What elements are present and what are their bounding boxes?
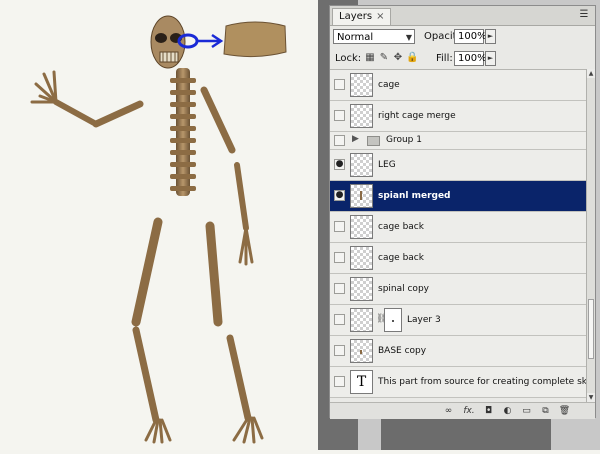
- layer-thumbnail: [350, 184, 373, 208]
- group-row[interactable]: ▶ Group 1: [330, 132, 586, 150]
- opacity-slider-button[interactable]: ►: [485, 29, 496, 44]
- eye-icon[interactable]: ●: [334, 190, 345, 201]
- scroll-thumb[interactable]: [588, 299, 594, 359]
- layer-name: This part from source for creating compl…: [378, 377, 586, 387]
- adjustment-layer-icon[interactable]: ◐: [501, 405, 514, 417]
- layer-thumbnail: [350, 339, 373, 363]
- opacity-input[interactable]: 100%: [454, 29, 487, 44]
- layer-name: spianl merged: [378, 191, 451, 201]
- chevron-down-icon: ▼: [405, 33, 412, 42]
- new-layer-icon[interactable]: ⧉: [539, 405, 552, 417]
- visibility-toggle[interactable]: [334, 79, 345, 90]
- text-layer-icon: T: [350, 370, 373, 394]
- layer-row[interactable]: BASE copy: [330, 336, 586, 367]
- panel-menu-icon[interactable]: ☰: [577, 9, 591, 21]
- fill-label: Fill:: [436, 53, 453, 64]
- layer-name: Group 1: [386, 135, 422, 145]
- spine: [170, 68, 196, 196]
- layer-name: BASE copy: [378, 346, 427, 356]
- layer-name: cage back: [378, 253, 424, 263]
- layer-name: LEG: [378, 160, 396, 170]
- fill-slider-button[interactable]: ►: [485, 51, 496, 66]
- link-layers-icon[interactable]: ∞: [442, 405, 455, 417]
- layer-name: Layer 3: [407, 315, 441, 325]
- folder-icon: [367, 136, 380, 146]
- lock-transparent-icon[interactable]: ▦: [364, 52, 376, 64]
- panel-tabbar: Layers × ☰: [330, 6, 595, 26]
- visibility-toggle[interactable]: [334, 110, 345, 121]
- layer-row-selected[interactable]: ● spianl merged: [330, 181, 586, 212]
- skull-cap-piece: [223, 21, 287, 58]
- lock-image-icon[interactable]: ✎: [378, 52, 390, 64]
- visibility-toggle[interactable]: [334, 221, 345, 232]
- layers-panel: Layers × ☰ Normal ▼ Opacity: 100% ► Lock:…: [329, 5, 596, 419]
- visibility-toggle[interactable]: [334, 283, 345, 294]
- tab-layers[interactable]: Layers ×: [332, 8, 392, 25]
- layer-thumbnail: [350, 277, 373, 301]
- layer-name: right cage merge: [378, 111, 456, 121]
- close-icon[interactable]: ×: [376, 11, 384, 22]
- blend-mode-select[interactable]: Normal ▼: [333, 29, 415, 44]
- visibility-toggle[interactable]: [334, 135, 345, 146]
- layers-footer: ∞ fx. ◘ ◐ ▭ ⧉ 🗑: [330, 402, 595, 419]
- layers-scrollbar[interactable]: ▲ ▼: [586, 69, 595, 402]
- layer-row[interactable]: cage back: [330, 243, 586, 274]
- visibility-toggle[interactable]: [334, 252, 345, 263]
- fill-input[interactable]: 100%: [454, 51, 487, 66]
- tab-layers-label: Layers: [339, 11, 373, 22]
- layer-thumbnail: [350, 308, 373, 332]
- lock-position-icon[interactable]: ✥: [392, 52, 404, 64]
- layer-name: spinal copy: [378, 284, 429, 294]
- layer-row[interactable]: T This part from source for creating com…: [330, 367, 586, 398]
- blend-row: Normal ▼ Opacity: 100% ►: [330, 26, 595, 48]
- new-group-icon[interactable]: ▭: [520, 405, 533, 417]
- layer-thumbnail: [350, 73, 373, 97]
- layer-style-icon[interactable]: fx.: [460, 405, 478, 417]
- layer-name: cage: [378, 80, 400, 90]
- visibility-toggle[interactable]: [334, 376, 345, 387]
- lock-label: Lock:: [335, 53, 362, 64]
- eye-icon[interactable]: ●: [334, 159, 345, 170]
- delete-layer-icon[interactable]: 🗑: [558, 405, 571, 417]
- layers-list: cage right cage merge ▶ Group 1 ● LEG ● …: [330, 69, 586, 403]
- layer-thumbnail: [350, 104, 373, 128]
- blend-mode-value: Normal: [337, 32, 374, 43]
- layer-row[interactable]: spinal copy: [330, 274, 586, 305]
- layer-row[interactable]: ⛓ Layer 3: [330, 305, 586, 336]
- expand-triangle-icon[interactable]: ▶: [352, 134, 359, 144]
- layer-name: cage back: [378, 222, 424, 232]
- layer-row[interactable]: cage back: [330, 212, 586, 243]
- scroll-down-icon[interactable]: ▼: [587, 393, 595, 402]
- layer-row[interactable]: cage: [330, 70, 586, 101]
- lock-row: Lock: ▦ ✎ ✥ 🔒 Fill: 100% ►: [330, 49, 595, 69]
- layer-mask-thumbnail[interactable]: [384, 308, 402, 332]
- workspace-document-edge: [381, 415, 551, 450]
- skeleton-artwork: [30, 15, 287, 444]
- scroll-up-icon[interactable]: ▲: [587, 69, 595, 78]
- layer-thumbnail: [350, 246, 373, 270]
- layer-row[interactable]: ● LEG: [330, 150, 586, 181]
- visibility-toggle[interactable]: [334, 314, 345, 325]
- layer-thumbnail: [350, 215, 373, 239]
- document-canvas[interactable]: [0, 0, 318, 450]
- layer-thumbnail: [350, 153, 373, 177]
- lock-all-icon[interactable]: 🔒: [406, 52, 418, 64]
- add-mask-icon[interactable]: ◘: [482, 405, 495, 417]
- layer-row[interactable]: right cage merge: [330, 101, 586, 132]
- visibility-toggle[interactable]: [334, 345, 345, 356]
